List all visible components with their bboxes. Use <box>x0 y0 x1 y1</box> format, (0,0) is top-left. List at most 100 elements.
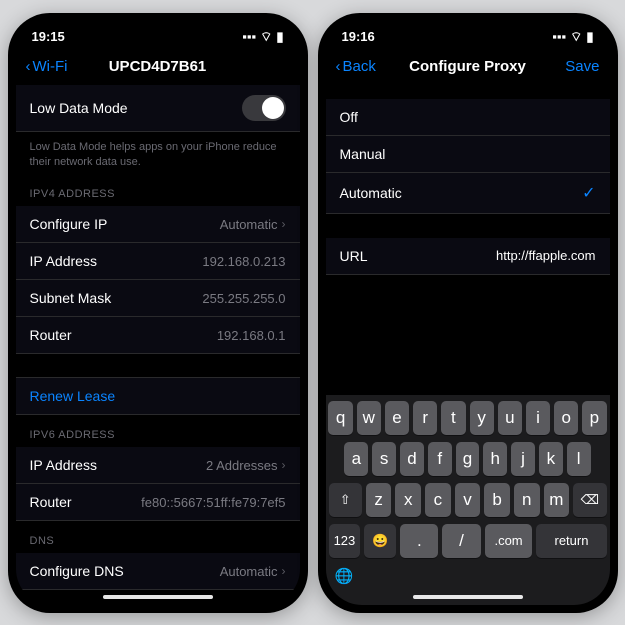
key-r[interactable]: r <box>413 401 437 435</box>
key-d[interactable]: d <box>400 442 424 476</box>
back-label: Back <box>343 58 376 75</box>
key-dot[interactable]: . <box>400 524 438 558</box>
chevron-left-icon: ‹ <box>26 58 31 75</box>
key-i[interactable]: i <box>526 401 550 435</box>
key-e[interactable]: e <box>385 401 409 435</box>
status-icons: ▪▪▪ ⌔ ▮ <box>242 29 283 45</box>
screen-right: 19:16 ▪▪▪ ⌔ ▮ ‹ Back Configure Proxy Sav… <box>326 21 610 605</box>
signal-icon: ▪▪▪ <box>552 29 566 44</box>
key-n[interactable]: n <box>514 483 540 517</box>
option-manual[interactable]: Manual <box>326 136 610 173</box>
keyboard-row-4: 123 😀 . / .com return <box>329 524 607 558</box>
key-c[interactable]: c <box>425 483 451 517</box>
key-slash[interactable]: / <box>442 524 480 558</box>
ipv4-header: IPV4 ADDRESS <box>16 174 300 206</box>
key-l[interactable]: l <box>567 442 591 476</box>
row-label: Configure IP <box>30 216 108 232</box>
key-emoji[interactable]: 😀 <box>364 524 396 558</box>
status-icons: ▪▪▪ ⌔ ▮ <box>552 29 593 45</box>
key-x[interactable]: x <box>395 483 421 517</box>
row-value: 2 Addresses› <box>206 458 286 473</box>
key-p[interactable]: p <box>582 401 606 435</box>
row-value: 192.168.0.1 <box>217 328 286 343</box>
phone-right: 19:16 ▪▪▪ ⌔ ▮ ‹ Back Configure Proxy Sav… <box>318 13 618 613</box>
back-label: Wi-Fi <box>33 58 68 75</box>
nav-bar: ‹ Wi-Fi UPCD4D7B61 <box>16 49 300 85</box>
notch <box>403 21 533 45</box>
page-title: Configure Proxy <box>409 58 526 75</box>
key-q[interactable]: q <box>328 401 352 435</box>
renew-lease-button[interactable]: Renew Lease <box>16 378 300 415</box>
key-h[interactable]: h <box>483 442 507 476</box>
low-data-toggle[interactable] <box>242 95 286 121</box>
spacer <box>16 354 300 378</box>
subnet-mask-row: Subnet Mask 255.255.255.0 <box>16 280 300 317</box>
option-label: Manual <box>340 146 386 162</box>
key-123[interactable]: 123 <box>329 524 361 558</box>
signal-icon: ▪▪▪ <box>242 29 256 44</box>
ipv6-address-row[interactable]: IP Address 2 Addresses› <box>16 447 300 484</box>
key-v[interactable]: v <box>455 483 481 517</box>
phone-left: 19:15 ▪▪▪ ⌔ ▮ ‹ Wi-Fi UPCD4D7B61 Low Dat… <box>8 13 308 613</box>
chevron-right-icon: › <box>282 564 286 578</box>
save-button[interactable]: Save <box>565 58 599 75</box>
option-off[interactable]: Off <box>326 99 610 136</box>
url-input[interactable]: http://ffapple.com <box>496 248 596 263</box>
option-automatic[interactable]: Automatic ✓ <box>326 173 610 214</box>
key-j[interactable]: j <box>511 442 535 476</box>
key-o[interactable]: o <box>554 401 578 435</box>
screen-left: 19:15 ▪▪▪ ⌔ ▮ ‹ Wi-Fi UPCD4D7B61 Low Dat… <box>16 21 300 605</box>
back-button[interactable]: ‹ Wi-Fi <box>26 58 68 75</box>
low-data-label: Low Data Mode <box>30 100 128 116</box>
key-s[interactable]: s <box>372 442 396 476</box>
renew-lease-label: Renew Lease <box>30 388 116 404</box>
row-label: IP Address <box>30 457 97 473</box>
ipv6-router-row: Router fe80::5667:51ff:fe79:7ef5 <box>16 484 300 521</box>
row-label: Router <box>30 327 72 343</box>
proxy-settings: Off Manual Automatic ✓ URL http://ffappl… <box>326 85 610 395</box>
low-data-row[interactable]: Low Data Mode <box>16 85 300 132</box>
url-row[interactable]: URL http://ffapple.com <box>326 238 610 275</box>
configure-ip-row[interactable]: Configure IP Automatic› <box>16 206 300 243</box>
url-label: URL <box>340 248 368 264</box>
row-value: 255.255.255.0 <box>202 291 285 306</box>
key-f[interactable]: f <box>428 442 452 476</box>
row-label: Subnet Mask <box>30 290 112 306</box>
key-a[interactable]: a <box>344 442 368 476</box>
key-backspace[interactable]: ⌫ <box>573 483 606 517</box>
globe-icon[interactable]: 🌐 <box>329 565 607 585</box>
notch <box>93 21 223 45</box>
row-value: Automatic› <box>220 217 286 232</box>
row-value: fe80::5667:51ff:fe79:7ef5 <box>141 495 285 510</box>
option-label: Off <box>340 109 358 125</box>
key-k[interactable]: k <box>539 442 563 476</box>
home-indicator[interactable] <box>413 595 523 599</box>
wifi-icon: ⌔ <box>260 29 272 45</box>
key-t[interactable]: t <box>441 401 465 435</box>
chevron-left-icon: ‹ <box>336 58 341 75</box>
key-u[interactable]: u <box>498 401 522 435</box>
settings-list[interactable]: Low Data Mode Low Data Mode helps apps o… <box>16 85 300 605</box>
key-m[interactable]: m <box>544 483 570 517</box>
keyboard-row-2: a s d f g h j k l <box>329 442 607 476</box>
key-g[interactable]: g <box>456 442 480 476</box>
key-dotcom[interactable]: .com <box>485 524 533 558</box>
chevron-right-icon: › <box>282 217 286 231</box>
battery-icon: ▮ <box>586 29 593 45</box>
key-w[interactable]: w <box>357 401 381 435</box>
router-row: Router 192.168.0.1 <box>16 317 300 354</box>
dns-row[interactable]: Configure DNS Automatic› <box>16 553 300 590</box>
row-label: Router <box>30 494 72 510</box>
back-button[interactable]: ‹ Back <box>336 58 376 75</box>
keyboard-row-1: q w e r t y u i o p <box>329 401 607 435</box>
key-b[interactable]: b <box>484 483 510 517</box>
key-shift[interactable]: ⇧ <box>329 483 362 517</box>
key-z[interactable]: z <box>366 483 392 517</box>
key-y[interactable]: y <box>470 401 494 435</box>
home-indicator[interactable] <box>103 595 213 599</box>
keyboard-row-3: ⇧ z x c v b n m ⌫ <box>329 483 607 517</box>
key-return[interactable]: return <box>536 524 606 558</box>
keyboard: q w e r t y u i o p a s d f g h j k l <box>326 395 610 605</box>
row-label: Configure DNS <box>30 563 124 579</box>
battery-icon: ▮ <box>276 29 283 45</box>
